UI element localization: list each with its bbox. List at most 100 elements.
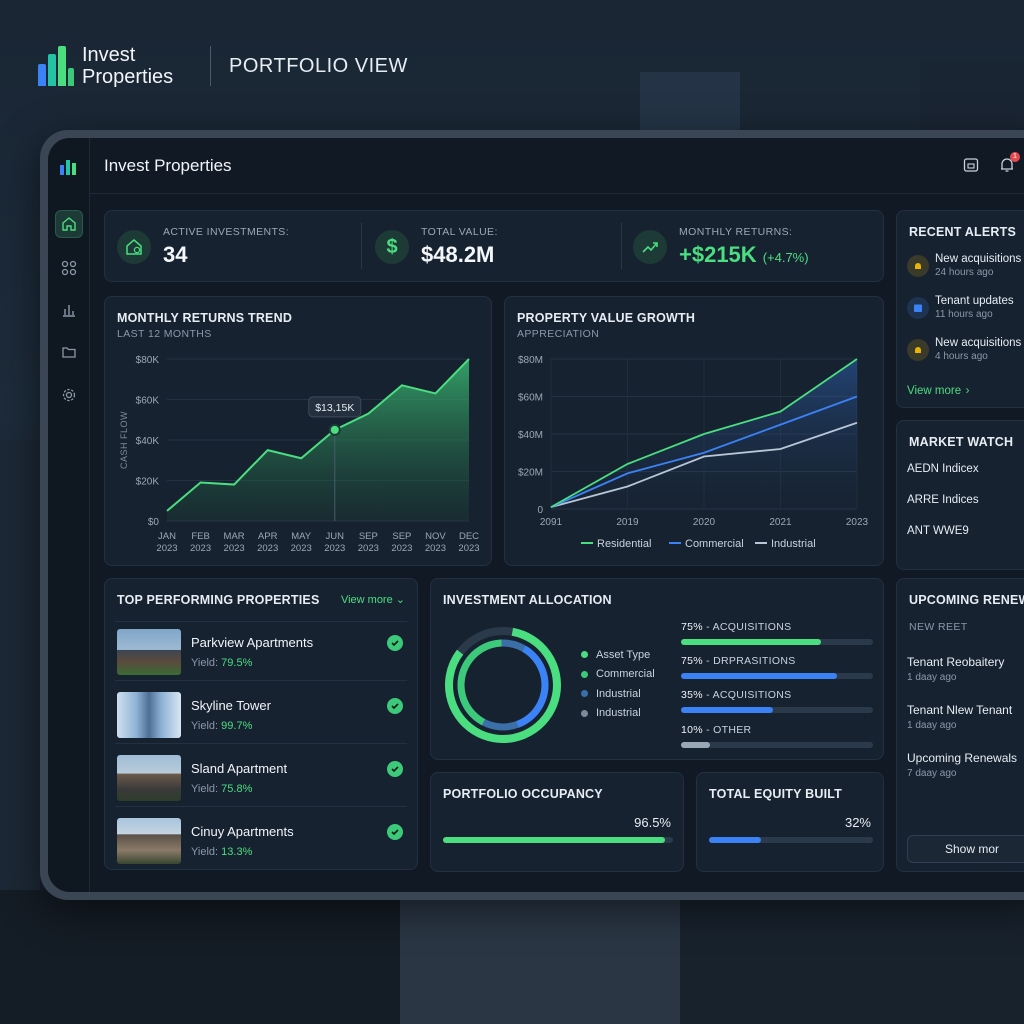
y-tick-label: $20M xyxy=(518,468,543,479)
view-more-label: View more xyxy=(340,594,393,606)
allocation-bar xyxy=(681,707,873,713)
x-tick-label: MAY xyxy=(291,531,312,542)
y-tick-label: 0 xyxy=(537,505,543,516)
legend-item: Industrial xyxy=(581,684,655,704)
card-title: TOP PERFORMING PROPERTIES xyxy=(117,593,320,607)
card-title: TOTAL EQUITY BUILT xyxy=(709,787,843,801)
divider xyxy=(361,223,362,269)
property-name: Parkview Apartments xyxy=(191,635,314,650)
x-tick-label: 2091 xyxy=(540,517,563,528)
alert-item[interactable]: Tenant updates 11 hours ago xyxy=(907,295,1014,320)
divider xyxy=(115,621,407,622)
card-title: UPCOMING RENEWA xyxy=(909,593,1024,607)
y-tick-label: $40M xyxy=(518,430,543,441)
background-street xyxy=(0,890,400,1024)
property-yield: Yield: 79.5% xyxy=(191,657,253,669)
x-tick-label: 2020 xyxy=(693,517,716,528)
property-name: Skyline Tower xyxy=(191,698,271,713)
alert-item[interactable]: New acquisitions 24 hours ago xyxy=(907,253,1021,278)
divider xyxy=(621,223,622,269)
legend-item: Asset Type xyxy=(581,645,655,665)
app-title: Invest Properties xyxy=(104,155,232,175)
renewal-time: 7 daay ago xyxy=(907,768,957,779)
background-building xyxy=(920,60,1024,140)
kpi-label: MONTHLY RETURNS: xyxy=(679,226,793,238)
legend-label: Commercial xyxy=(685,538,744,550)
x-tick-label: 2023 xyxy=(156,543,177,554)
device-frame: Invest Properties 1 ACTIVE INVESTMENTS: … xyxy=(40,130,1024,900)
x-tick-label: FEB xyxy=(191,531,209,542)
calendar-icon[interactable] xyxy=(962,156,980,174)
allocation-bar xyxy=(681,673,873,679)
x-tick-label: MAR xyxy=(224,531,245,542)
card-title: INVESTMENT ALLOCATION xyxy=(443,593,612,607)
check-icon xyxy=(387,761,403,777)
property-row[interactable]: Parkview Apartments Yield: 79.5% xyxy=(115,623,407,681)
kpi-monthly-returns: MONTHLY RETURNS: +$215K (+4.7%) xyxy=(633,225,809,269)
card-subtitle: NEW REET xyxy=(909,621,968,633)
app-screen: Invest Properties 1 ACTIVE INVESTMENTS: … xyxy=(48,138,1024,892)
property-name: Sland Apartment xyxy=(191,761,288,776)
x-tick-label: JAN xyxy=(158,531,176,542)
bar-chart-logo-icon xyxy=(38,46,74,86)
view-more-link[interactable]: View more ⌄ xyxy=(341,593,405,606)
property-photo xyxy=(117,818,181,864)
investment-allocation-card: INVESTMENT ALLOCATION Asset Type Commerc… xyxy=(430,578,884,760)
topbar-actions: 1 xyxy=(962,152,1024,178)
card-title: MARKET WATCH xyxy=(909,435,1014,449)
monthly-returns-chart: $0$20K$40K$60K$80KCASH FLOWJAN2023FEB202… xyxy=(119,355,480,554)
total-equity-card: TOTAL EQUITY BUILT 32% xyxy=(696,772,884,872)
x-tick-label: NOV xyxy=(425,531,446,542)
home-icon[interactable] xyxy=(55,210,83,238)
background-building xyxy=(400,890,680,1024)
chevron-down-icon: ⌄ xyxy=(395,594,405,606)
show-more-button[interactable]: Show mor xyxy=(907,835,1024,863)
market-item[interactable]: ANT WWE9 xyxy=(907,525,969,537)
property-row[interactable]: Sland Apartment Yield: 75.8% xyxy=(115,749,407,807)
view-more-link[interactable]: View more › xyxy=(907,381,969,399)
notification-bell-icon[interactable]: 1 xyxy=(998,152,1020,174)
y-tick-label: $60K xyxy=(136,396,160,407)
grid-icon[interactable] xyxy=(55,254,83,282)
card-title: RECENT ALERTS xyxy=(909,225,1017,239)
legend-label: Industrial xyxy=(771,538,816,550)
bell-icon xyxy=(907,255,929,277)
market-item[interactable]: ARRE Indices xyxy=(907,494,979,506)
chevron-right-icon: › xyxy=(965,385,970,397)
allocation-legend: Asset Type Commercial Industrial Industr… xyxy=(581,645,655,723)
allocation-bar-label: 75% - DRPRASITIONS xyxy=(681,655,796,667)
property-row[interactable]: Cinuy Apartments Yield: 13.3% xyxy=(115,812,407,870)
x-tick-label: 2023 xyxy=(291,543,312,554)
x-tick-label: APR xyxy=(258,531,278,542)
kpi-label: ACTIVE INVESTMENTS: xyxy=(163,226,290,238)
view-more-label: View more xyxy=(907,385,962,397)
recent-alerts-card: RECENT ALERTS New acquisitions 24 hours … xyxy=(896,210,1024,408)
legend-item: Commercial xyxy=(581,665,655,685)
top-bar: Invest Properties 1 xyxy=(90,138,1024,194)
trend-up-icon xyxy=(633,230,667,264)
x-tick-label: 2019 xyxy=(616,517,639,528)
property-row[interactable]: Skyline Tower Yield: 99.7% xyxy=(115,686,407,744)
portfolio-view-label: PORTFOLIO VIEW xyxy=(229,54,408,77)
x-tick-label: DEC xyxy=(459,531,479,542)
renewal-item[interactable]: Tenant Reobaitery 1 daay ago xyxy=(907,655,1004,683)
folder-icon[interactable] xyxy=(55,338,83,366)
settings-icon[interactable] xyxy=(55,381,83,409)
bar-chart-icon[interactable] xyxy=(55,296,83,324)
renewal-item[interactable]: Upcoming Renewals 7 daay ago xyxy=(907,751,1017,779)
alert-time: 4 hours ago xyxy=(935,351,988,362)
property-photo xyxy=(117,755,181,801)
app-logo-icon[interactable] xyxy=(55,152,83,180)
property-photo xyxy=(117,692,181,738)
market-item[interactable]: AEDN Indicex xyxy=(907,463,979,475)
top-properties-card: TOP PERFORMING PROPERTIES View more ⌄ Pa… xyxy=(104,578,418,870)
equity-value: 32% xyxy=(844,815,871,830)
property-yield: Yield: 13.3% xyxy=(191,846,253,858)
y-axis-label: CASH FLOW xyxy=(119,411,129,469)
x-tick-label: 2023 xyxy=(358,543,379,554)
x-tick-label: 2023 xyxy=(391,543,412,554)
check-icon xyxy=(387,698,403,714)
renewal-item[interactable]: Tenant Nlew Tenant 1 daay ago xyxy=(907,703,1012,731)
alert-item[interactable]: New acquisitions 4 hours ago xyxy=(907,337,1021,362)
property-growth-card: PROPERTY VALUE GROWTH APPRECIATION 0 $20M… xyxy=(504,296,884,566)
